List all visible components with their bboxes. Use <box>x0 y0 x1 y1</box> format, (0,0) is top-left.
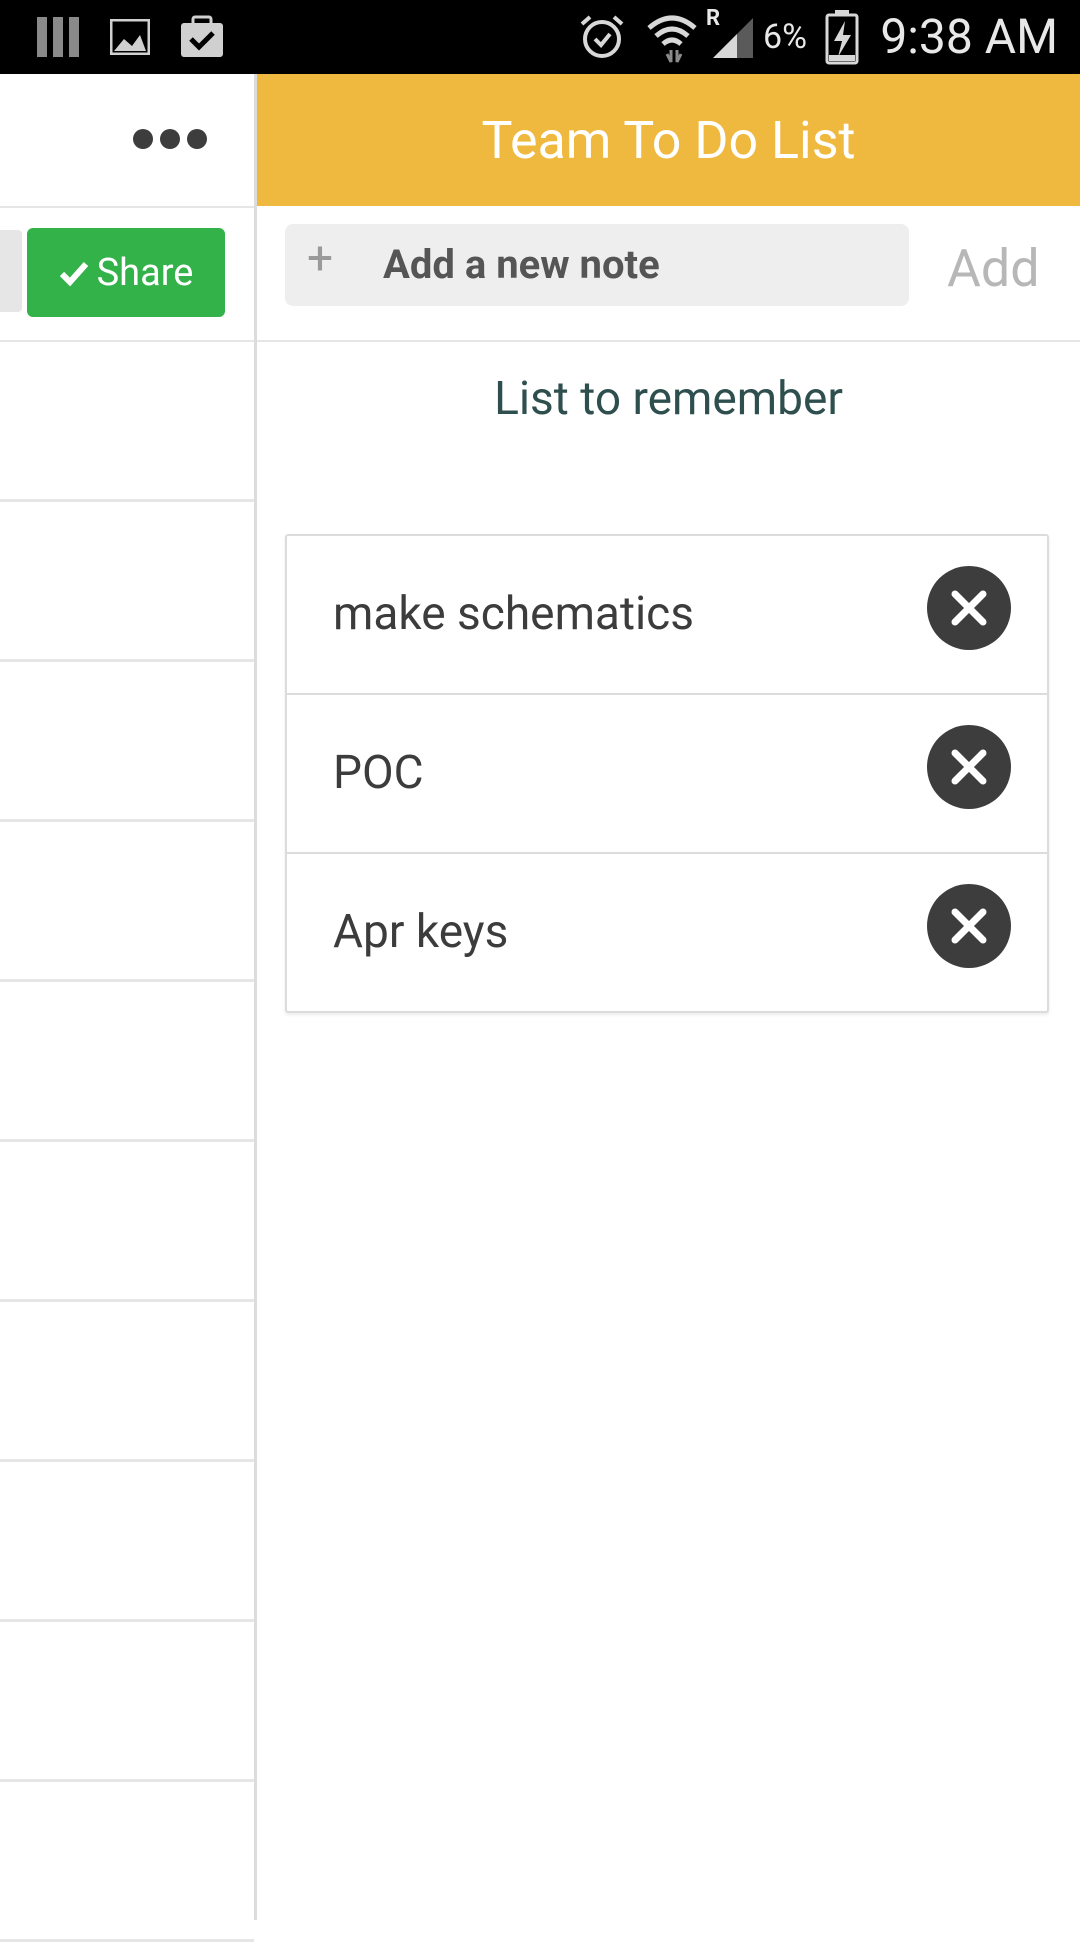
add-note-input[interactable]: + Add a new note <box>285 224 909 306</box>
list-item-label: POC <box>333 746 424 800</box>
dot <box>160 129 180 149</box>
share-label: Share <box>96 250 194 295</box>
right-panel: Team To Do List + Add a new note Add Lis… <box>257 74 1080 1920</box>
image-icon <box>108 0 152 74</box>
add-button[interactable]: Add <box>947 224 1040 314</box>
plus-icon: + <box>307 232 334 286</box>
ellipsis-icon[interactable] <box>133 124 209 154</box>
alarm-icon <box>576 0 628 74</box>
list-item[interactable]: POC <box>287 695 1047 854</box>
partial-control[interactable] <box>0 230 22 312</box>
left-list-row[interactable] <box>0 982 254 1142</box>
wifi-icon <box>644 0 700 74</box>
left-list-row[interactable] <box>0 342 254 502</box>
dot <box>187 129 207 149</box>
list-header: Team To Do List <box>257 74 1080 206</box>
list-item-label: make schematics <box>333 587 694 641</box>
sim-bars-icon <box>34 0 82 74</box>
check-icon <box>59 261 88 286</box>
close-icon[interactable] <box>927 566 1011 650</box>
signal-icon <box>706 0 758 74</box>
add-note-placeholder: Add a new note <box>383 241 660 288</box>
add-note-row: + Add a new note Add <box>257 206 1080 342</box>
share-button[interactable]: Share <box>27 228 225 317</box>
list-item[interactable]: Apr keys <box>287 854 1047 1011</box>
left-list-row[interactable] <box>0 1622 254 1782</box>
left-panel: Share <box>0 74 254 1942</box>
left-list-row[interactable] <box>0 1462 254 1622</box>
page-title: Team To Do List <box>481 109 856 171</box>
section-title: List to remember <box>494 372 843 426</box>
battery-charging-icon <box>824 0 860 74</box>
battery-percent: 6% <box>763 17 808 57</box>
left-list-row[interactable] <box>0 822 254 982</box>
todo-list: make schematics POC Apr keys <box>285 534 1049 1013</box>
left-list-row[interactable] <box>0 662 254 822</box>
left-top-bar <box>0 74 254 208</box>
status-bar: R 6% 9:38 AM <box>0 0 1080 74</box>
left-list-row[interactable] <box>0 502 254 662</box>
left-list <box>0 342 254 1942</box>
dot <box>133 129 153 149</box>
left-list-row[interactable] <box>0 1302 254 1462</box>
list-item-label: Apr keys <box>333 905 509 959</box>
close-icon[interactable] <box>927 725 1011 809</box>
clipboard-check-icon <box>178 0 226 74</box>
clock: 9:38 AM <box>880 8 1058 65</box>
left-list-row[interactable] <box>0 1782 254 1942</box>
left-list-row[interactable] <box>0 1142 254 1302</box>
list-item[interactable]: make schematics <box>287 536 1047 695</box>
close-icon[interactable] <box>927 884 1011 968</box>
